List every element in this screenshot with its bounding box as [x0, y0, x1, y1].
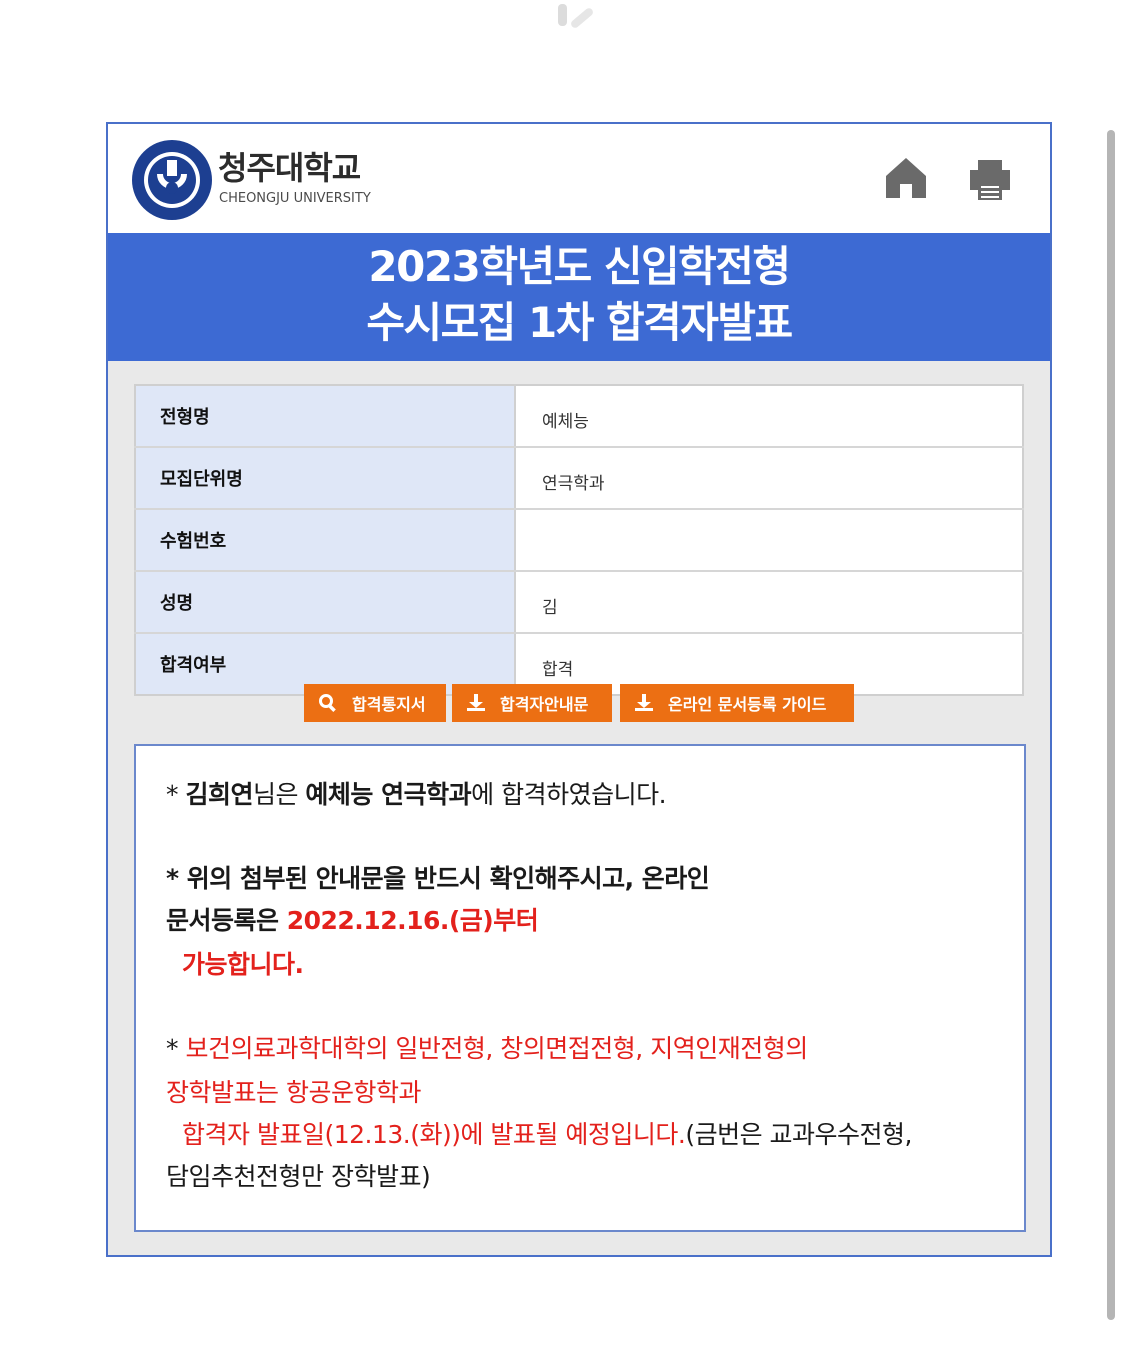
title-banner: 2023학년도 신입학전형 수시모집 1차 합격자발표	[108, 233, 1050, 361]
scrollbar[interactable]	[1107, 130, 1115, 1320]
notice-line-2: 문서등록은 2022.12.16.(금)부터	[166, 900, 539, 942]
scholarship-line-2: 장학발표는 항공운항학과	[166, 1078, 421, 1107]
scholarship-line-1: * 보건의료과학대학의 일반전형, 창의면접전형, 지역인재전형의	[166, 1028, 808, 1070]
title-line-1: 2023학년도 신입학전형	[368, 242, 791, 291]
department-name: 예체능 연극학과	[305, 780, 472, 809]
header: 청주대학교 CHEONGJU UNIVERSITY	[108, 124, 1050, 233]
button-label: 온라인 문서등록 가이드	[668, 695, 827, 714]
scholarship-line-4: 담임추천전형만 장학발표)	[166, 1162, 431, 1191]
row-label: 성명	[135, 571, 516, 634]
bullet-star: *	[166, 1034, 186, 1063]
acceptance-statement: * 김희연님은 예체능 연극학과에 합격하였습니다.	[166, 774, 667, 816]
button-label: 합격통지서	[352, 695, 426, 714]
result-message-box: * 김희연님은 예체능 연극학과에 합격하였습니다. * 위의 첨부된 안내문을…	[134, 744, 1026, 1232]
message-text: 문서등록은	[166, 906, 287, 935]
table-row: 성명 김	[135, 571, 1023, 634]
message-text: 님은	[252, 780, 306, 809]
message-text: 에 합격하였습니다.	[471, 780, 667, 809]
download-icon	[634, 693, 654, 713]
logo-english: CHEONGJU UNIVERSITY	[219, 191, 371, 206]
logo-korean: 청주대학교	[218, 149, 361, 187]
home-icon[interactable]	[882, 152, 930, 202]
search-icon	[318, 693, 338, 713]
message-text: 합격자 발표일(12.13.(화))에 발표될 예정입니다.	[182, 1120, 686, 1149]
message-text: 보건의료과학대학의 일반전형, 창의면접전형, 지역인재전형의	[185, 1034, 808, 1063]
pull-handle	[556, 0, 596, 34]
table-row: 전형명 예체능	[135, 385, 1023, 448]
notice-line-3: 가능합니다.	[182, 950, 304, 979]
registration-date: 2022.12.16.(금)부터	[286, 906, 539, 935]
row-value: 연극학과	[515, 447, 1023, 510]
row-label: 모집단위명	[135, 447, 516, 510]
result-frame: 청주대학교 CHEONGJU UNIVERSITY 2023학년도 신입학전형 …	[106, 122, 1052, 1257]
acceptance-letter-button[interactable]: 합격통지서	[304, 684, 446, 722]
table-row: 수험번호	[135, 509, 1023, 572]
print-icon[interactable]	[966, 156, 1014, 204]
applicant-name: 김희연	[185, 780, 253, 809]
admission-guide-button[interactable]: 합격자안내문	[452, 684, 612, 722]
message-text: (금번은 교과우수전형,	[685, 1120, 912, 1149]
download-icon	[466, 693, 486, 713]
row-label: 수험번호	[135, 509, 516, 572]
row-label: 전형명	[135, 385, 516, 448]
row-value: 김	[515, 571, 1023, 634]
row-value: 예체능	[515, 385, 1023, 448]
button-label: 합격자안내문	[500, 695, 589, 714]
scholarship-line-3: 합격자 발표일(12.13.(화))에 발표될 예정입니다.(금번은 교과우수전…	[182, 1114, 912, 1156]
row-value	[515, 509, 1023, 572]
table-row: 모집단위명 연극학과	[135, 447, 1023, 510]
notice-line-1: * 위의 첨부된 안내문을 반드시 확인해주시고, 온라인	[166, 864, 710, 893]
bullet-star: *	[166, 780, 186, 809]
online-document-guide-button[interactable]: 온라인 문서등록 가이드	[620, 684, 854, 722]
title-line-2: 수시모집 1차 합격자발표	[366, 298, 793, 347]
applicant-info-table: 전형명 예체능 모집단위명 연극학과 수험번호 성명 김 합격여부 합격	[134, 384, 1024, 696]
university-emblem-icon	[130, 138, 214, 222]
